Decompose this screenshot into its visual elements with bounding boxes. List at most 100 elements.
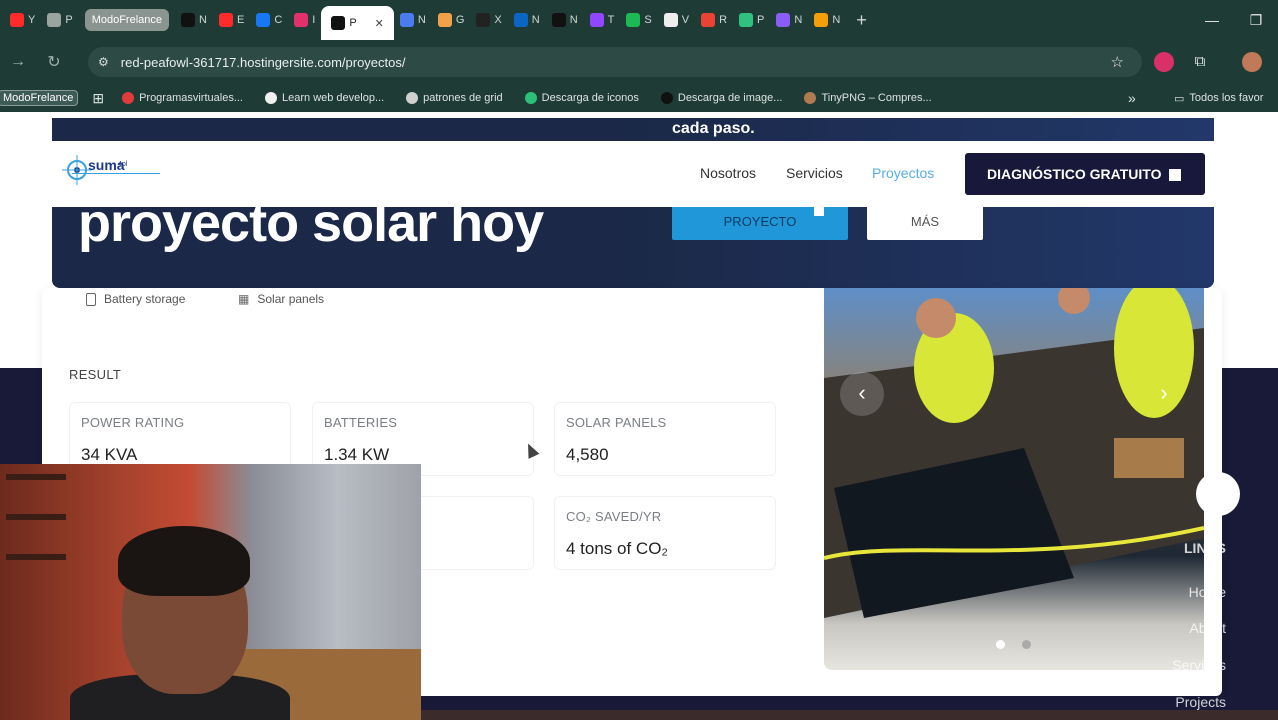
tab-close-icon[interactable]: ✕ [375,17,384,30]
footer-link-about[interactable]: About [1189,620,1226,636]
footer-link-projects[interactable]: Projects [1175,694,1226,710]
nav-link-proyectos[interactable]: Proyectos [872,165,934,181]
bookmark-label: Descarga de iconos [541,92,639,104]
floating-action-button[interactable] [1196,472,1240,516]
tab-favicon-icon [476,13,491,27]
folder-icon: ▭ [1174,92,1185,105]
nav-link-nosotros[interactable]: Nosotros [700,165,756,181]
browser-tab[interactable]: S [620,5,657,35]
browser-tab[interactable]: N [175,5,213,35]
hero-subtext: cada paso. [672,120,755,137]
new-tab-icon[interactable]: + [856,10,867,31]
carousel-dot-active[interactable] [996,640,1005,649]
browser-tab[interactable]: Y [4,5,41,35]
person-hair [118,526,250,596]
browser-tab[interactable]: E [213,5,250,35]
all-bookmarks-folder[interactable]: ▭ Todos los favor [1174,92,1263,105]
bookmark-item[interactable]: patrones de grid [406,92,503,104]
stat-value: 34 KVA [81,445,138,464]
tab-title: R [719,14,728,26]
url-text: red-peafowl-361717.hostingersite.com/pro… [120,54,406,70]
extension-shield-icon[interactable] [1154,52,1174,72]
tab-title: N [794,14,803,26]
browser-tab-strip: Y P ModoFrelance N E C I P ✕ N G X N N T S V R P N N + [0,0,1278,40]
bookmark-item[interactable]: Learn web develop... [265,92,384,104]
hero-secondary-label: MÁS [910,214,940,229]
site-logo[interactable]: suma 4pl [62,153,162,193]
browser-tab[interactable]: N [808,5,846,35]
reload-icon[interactable]: ↻ [36,52,72,72]
bookmark-favicon-icon [524,92,537,104]
bookmark-favicon-icon [660,92,673,104]
footer-link-services[interactable]: Services [1172,657,1226,673]
bookmark-star-icon[interactable]: ☆ [1111,53,1124,71]
tab-title: X [494,14,502,26]
bookmarks-overflow-icon[interactable]: » [1128,90,1136,106]
stat-value: 4 tons of CO₂ [566,539,669,558]
browser-tab[interactable]: P [733,5,770,35]
webcam-overlay [0,464,421,720]
hero-secondary-button[interactable]: MÁS [867,204,983,240]
tab-title: ModoFrelance [91,14,163,26]
bookmark-favicon-icon [406,92,419,104]
browser-tab[interactable]: R [695,5,733,35]
tab-favicon-icon [663,13,678,27]
project-photo-carousel[interactable]: ‹ › [824,288,1204,670]
apps-grid-icon[interactable]: ⊞ [92,90,104,107]
browser-tab-active[interactable]: P ✕ [321,6,394,40]
browser-tab[interactable]: N [394,5,432,35]
solar-panel-icon: ▦ [238,292,250,306]
bookmark-item[interactable]: Descarga de iconos [524,92,639,104]
profile-avatar[interactable] [1242,52,1262,72]
tab-favicon-icon [181,13,196,27]
bookmark-item[interactable]: TinyPNG – Compres... [804,92,932,104]
carousel-prev-button[interactable]: ‹ [840,372,884,416]
browser-tab[interactable]: C [250,5,288,35]
browser-tab[interactable]: N [770,5,808,35]
site-info-icon[interactable]: ⚙ [98,55,109,69]
stat-value: 1.34 KW [324,445,390,464]
bookmark-item[interactable]: Programasvirtuales... [122,92,243,104]
browser-tab[interactable]: N [508,5,546,35]
bookmark-label: Learn web develop... [282,92,385,104]
footer-link-home[interactable]: Home [1189,584,1226,600]
bookmarks-bar: ModoFrelance ⊞ Programasvirtuales... Learn … [0,84,1278,112]
browser-tab[interactable]: X [470,5,507,35]
tab-title: N [417,14,426,26]
hero-primary-button[interactable]: PROYECTO [672,204,848,240]
logo-sub: 4pl [118,161,128,168]
browser-tab[interactable]: V [658,5,695,35]
tab-title: Y [28,14,36,26]
cta-diagnostico-button[interactable]: DIAGNÓSTICO GRATUITO [965,153,1205,195]
carousel-next-button[interactable]: › [1142,372,1186,416]
browser-tab[interactable]: P [41,5,78,35]
browser-tab[interactable]: N [546,5,584,35]
forward-icon[interactable]: → [0,53,36,71]
maximize-icon[interactable]: ❐ [1234,12,1278,29]
tab-favicon-icon [294,13,309,27]
bookmark-item[interactable]: Descarga de image... [660,92,783,104]
tab-favicon-icon [218,13,233,27]
nav-link-servicios[interactable]: Servicios [786,165,843,181]
bookmark-item[interactable]: ModoFrelance [0,90,79,106]
browser-tab[interactable]: G [432,5,471,35]
bookmark-label: Programasvirtuales... [139,92,243,104]
browser-tab[interactable]: ModoFrelance [84,9,170,31]
address-bar[interactable]: ⚙ red-peafowl-361717.hostingersite.com/p… [88,47,1142,77]
result-heading: RESULT [69,367,122,382]
cta-label: DIAGNÓSTICO GRATUITO [987,166,1162,182]
window-controls: — ❐ [1190,0,1278,40]
tab-favicon-icon [551,13,566,27]
stat-label: BATTERIES [324,415,398,430]
bookmark-label: Descarga de image... [677,92,783,104]
shelf [6,474,66,480]
browser-tab[interactable]: T [584,5,621,35]
extensions-puzzle-icon[interactable]: ⧉ [1190,52,1210,72]
stat-label: CO₂ SAVED/YR [566,509,662,524]
browser-tab[interactable]: I [288,5,321,35]
tab-title: S [644,14,652,26]
tab-title: E [236,14,245,26]
carousel-dot[interactable] [1022,640,1031,649]
tab-favicon-icon [437,13,452,27]
minimize-icon[interactable]: — [1190,12,1234,28]
